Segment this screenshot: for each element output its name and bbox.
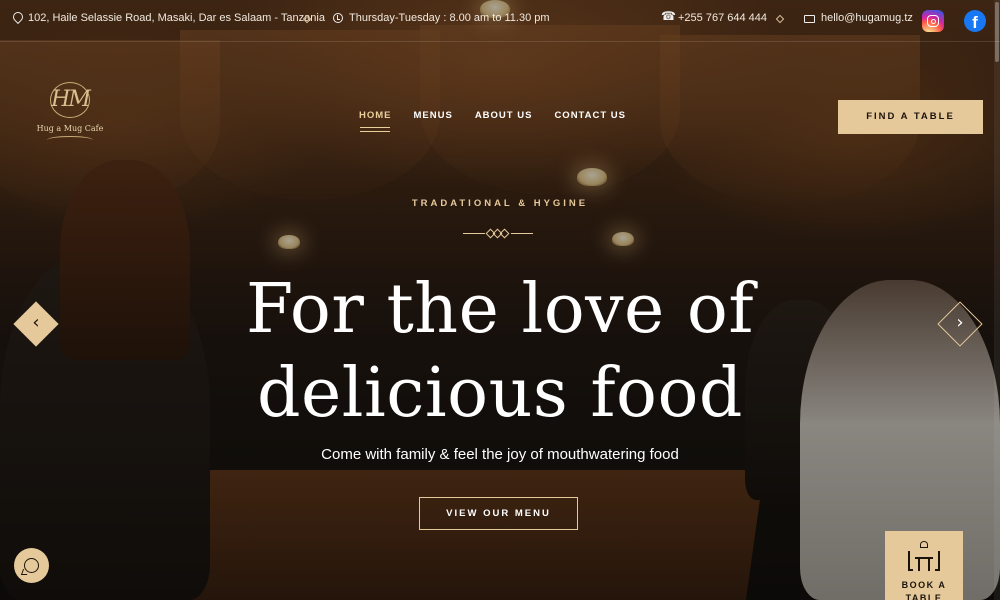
whatsapp-button[interactable]	[14, 548, 49, 583]
slider-prev-button[interactable]: ‹	[13, 301, 59, 347]
nav-home[interactable]: HOME	[359, 110, 392, 121]
nav-about-us[interactable]: ABOUT US	[475, 110, 533, 121]
dining-table-icon	[907, 541, 941, 575]
phone-link[interactable]: +255 767 644 444	[678, 12, 767, 24]
chevron-right-icon: ›	[956, 312, 964, 333]
address-text: 102, Haile Selassie Road, Masaki, Dar es…	[28, 12, 325, 24]
whatsapp-icon	[24, 558, 39, 573]
phone-info[interactable]: +255 767 644 444	[661, 9, 767, 24]
headline-line-1: For the love of	[245, 270, 755, 349]
ornament-line	[511, 233, 533, 234]
hero-tagline: Come with family & feel the joy of mouth…	[321, 446, 679, 463]
top-info-bar: 102, Haile Selassie Road, Masaki, Dar es…	[0, 0, 1000, 42]
hero-headline: For the love of delicious food	[0, 268, 1000, 436]
view-our-menu-button[interactable]: VIEW OUR MENU	[419, 497, 578, 530]
instagram-icon[interactable]	[922, 10, 944, 32]
email-link[interactable]: hello@hugamug.tz	[821, 12, 913, 24]
hours-info: Thursday-Tuesday : 8.00 am to 11.30 pm	[333, 12, 550, 24]
headline-line-2: delicious food	[257, 354, 743, 433]
logo-monogram: HM	[50, 82, 91, 118]
slider-next-button[interactable]: ›	[937, 301, 983, 347]
main-nav: HOME MENUS ABOUT US CONTACT US	[359, 110, 626, 121]
find-a-table-button[interactable]: FIND A TABLE	[838, 100, 983, 134]
nav-menus[interactable]: MENUS	[414, 110, 453, 121]
hours-text: Thursday-Tuesday : 8.00 am to 11.30 pm	[349, 12, 550, 24]
ornament-diamond	[499, 228, 510, 239]
logo-name: Hug a Mug Cafe	[36, 124, 104, 133]
clock-icon	[333, 13, 343, 23]
ornament-line	[463, 233, 485, 234]
mail-icon	[804, 15, 815, 23]
phone-icon	[661, 9, 676, 24]
book-a-table-label: BOOK A TABLE	[901, 580, 947, 600]
scrollbar-thumb[interactable]	[995, 2, 999, 62]
page-scrollbar[interactable]	[994, 0, 1000, 600]
facebook-icon[interactable]: f	[964, 10, 986, 32]
nav-contact-us[interactable]: CONTACT US	[554, 110, 626, 121]
address-info: 102, Haile Selassie Road, Masaki, Dar es…	[12, 12, 325, 24]
logo-flourish	[47, 136, 93, 144]
site-logo[interactable]: HM Hug a Mug Cafe	[28, 78, 112, 154]
email-info[interactable]: hello@hugamug.tz	[804, 12, 913, 24]
hero-subtitle: TRADATIONAL & HYGINE	[411, 198, 589, 209]
separator-diamond	[775, 14, 785, 24]
nav-active-underline	[360, 127, 390, 132]
hero-ornament	[463, 228, 533, 239]
book-a-table-widget[interactable]: BOOK A TABLE	[885, 531, 963, 600]
location-pin-icon	[12, 12, 22, 24]
chevron-left-icon: ‹	[32, 312, 40, 333]
